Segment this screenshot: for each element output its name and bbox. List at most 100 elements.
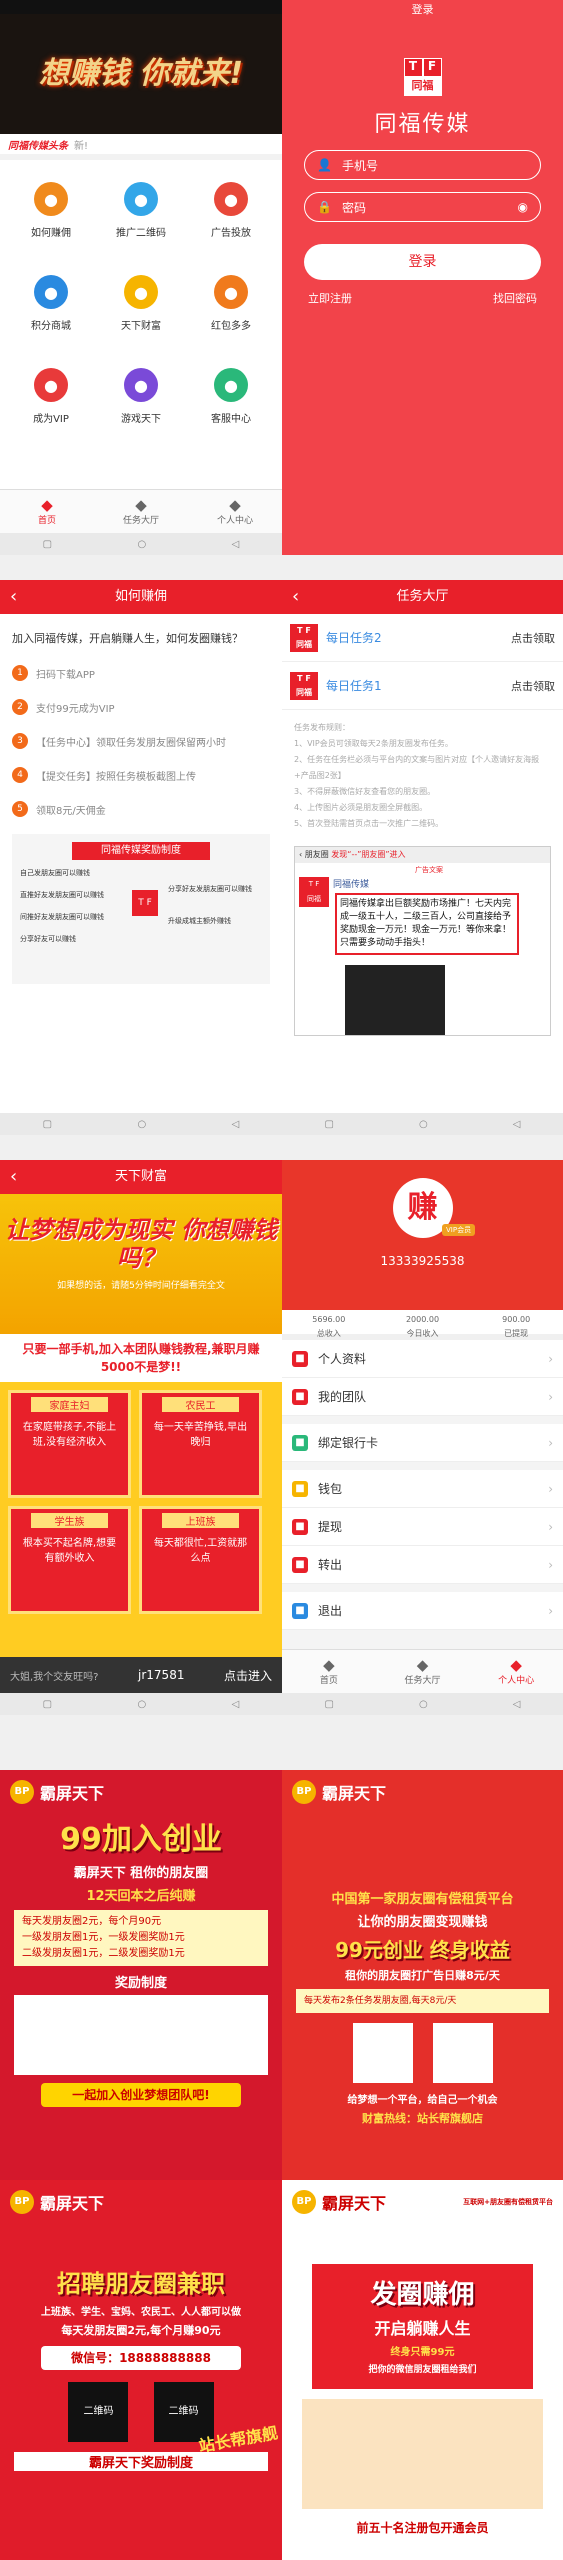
audience-card: 家庭主妇 在家庭带孩子,不能上班,没有经济收入	[8, 1390, 131, 1498]
menu-row[interactable]: ■ 钱包 ›	[282, 1470, 563, 1508]
enter-button[interactable]: 点击进入	[224, 1667, 272, 1684]
back-arrow-icon[interactable]: ‹	[10, 580, 17, 614]
vip-badge: VIP会员	[442, 1224, 476, 1236]
nav-home-icon[interactable]: ○	[137, 1119, 146, 1130]
poster-line-5: 财富热线：站长帮旗舰店	[362, 2112, 483, 2125]
home-banner[interactable]: 想赚钱 你就来!	[0, 14, 282, 134]
feature-item[interactable]: ● 天下财富	[96, 263, 186, 356]
poster-box: 每天发朋友圈2元，每个月90元 一级发朋友圈1元，一级发圈奖励1元 二级发朋友圈…	[14, 1910, 268, 1966]
reward-diagram: 同福传媒奖励制度 自己发朋友圈可以赚钱 直推好友发朋友圈可以赚钱 间推好友发朋友…	[12, 834, 270, 984]
claim-task-button[interactable]: 点击领取	[511, 630, 555, 646]
claim-task-button[interactable]: 点击领取	[511, 678, 555, 694]
feature-item[interactable]: ● 红包多多	[186, 263, 276, 356]
nav-menu-icon[interactable]: ▢	[43, 1119, 52, 1130]
feature-item[interactable]: ● 广告投放	[186, 170, 276, 263]
nav-home-icon[interactable]: ○	[137, 539, 146, 550]
rule-item: 1、VIP会员可领取每天2条朋友圈发布任务。	[294, 739, 453, 748]
feature-item[interactable]: ● 成为VIP	[6, 356, 96, 449]
nav-back-icon[interactable]: ◁	[232, 1119, 240, 1130]
back-arrow-icon[interactable]: ‹	[292, 580, 299, 614]
task-rules: 任务发布规则： 1、VIP会员可领取每天2条朋友圈发布任务。 2、任务在任务栏必须…	[282, 710, 563, 842]
login-button[interactable]: 登录	[304, 244, 541, 280]
tab-item[interactable]: ◆ 个人中心	[469, 1650, 563, 1693]
phone-field[interactable]: 👤 手机号	[304, 150, 541, 180]
nav-back-icon[interactable]: ◁	[232, 1699, 240, 1710]
bp-logo-icon: BP	[292, 1780, 316, 1804]
nav-menu-icon[interactable]: ▢	[325, 1699, 334, 1710]
nav-home-icon[interactable]: ○	[419, 1119, 428, 1130]
intro-text: 加入同福传媒，开启躺赚人生，如何发圈赚钱？	[12, 632, 243, 645]
poster-line-2: 12天回本之后纯赚	[86, 1889, 196, 1904]
feature-item[interactable]: ● 客服中心	[186, 356, 276, 449]
nav-menu-icon[interactable]: ▢	[43, 539, 52, 550]
poster-line-1: 中国第一家朋友圈有偿租赁平台	[331, 1892, 514, 1907]
nav-menu-icon[interactable]: ▢	[43, 1699, 52, 1710]
nav-back-icon[interactable]: ◁	[513, 1119, 521, 1130]
power-icon: ■	[292, 1602, 308, 1619]
poster-box-2: 一级发朋友圈1元，一级发圈奖励1元	[22, 1932, 185, 1943]
feature-label: 积分商城	[30, 321, 71, 332]
poster-headline: 发圈赚佣	[370, 2280, 475, 2310]
wealth-footer[interactable]: 大姐,我个交友旺吗? jr17581 点击进入	[0, 1657, 282, 1693]
nav-home-icon[interactable]: ○	[137, 1699, 146, 1710]
menu-row[interactable]: ■ 转出 ›	[282, 1546, 563, 1584]
tab-item[interactable]: ◆ 任务大厅	[94, 490, 188, 533]
withdraw-icon: ■	[292, 1518, 308, 1535]
menu-row[interactable]: ■ 退出 ›	[282, 1592, 563, 1630]
poster-logo-text: 霸屏天下	[40, 1784, 105, 1803]
menu-row[interactable]: ■ 绑定银行卡 ›	[282, 1424, 563, 1462]
poster-recruit: BP 霸屏天下 招聘朋友圈兼职 上班族、学生、宝妈、农民工、人人都可以做 每天发朋…	[0, 2180, 282, 2560]
tab-item[interactable]: ◆ 首页	[0, 490, 94, 533]
news-ticker[interactable]: 同福传媒头条 新!	[0, 134, 282, 160]
register-link[interactable]: 立即注册	[308, 290, 352, 306]
tab-item[interactable]: ◆ 个人中心	[188, 490, 282, 533]
poster-reward-table	[14, 1995, 268, 2075]
feature-item[interactable]: ● 积分商城	[6, 263, 96, 356]
step-item: 2 支付99元成为VIP	[12, 690, 270, 724]
eye-icon[interactable]: ◉	[518, 200, 528, 214]
poster-logo-text: 霸屏天下	[40, 2194, 105, 2213]
tab-label: 个人中心	[498, 1676, 535, 1686]
menu-row[interactable]: ■ 我的团队 ›	[282, 1378, 563, 1416]
wealth-sub: 如果想的话，请随5分钟时间仔细看完全文	[57, 1281, 225, 1291]
wealth-icon: ●	[123, 275, 158, 309]
rules-title: 任务发布规则：	[294, 723, 350, 732]
nav-back-icon[interactable]: ◁	[513, 1699, 521, 1710]
audience-card-body: 每天都很忙,工资就那么点	[153, 1538, 248, 1564]
menu-row[interactable]: ■ 个人资料 ›	[282, 1340, 563, 1378]
feature-item[interactable]: ● 游戏天下	[96, 356, 186, 449]
feature-label: 成为VIP	[33, 414, 69, 425]
task-hall-screen: ‹ 任务大厅 T F 同福 每日任务2 点击领取 T F 同福 每日任务1 点击领取 任务发布规…	[282, 580, 563, 1135]
poster-headline: 99加入创业	[60, 1822, 222, 1857]
wechat-bar-label: 朋友圈	[304, 850, 329, 859]
tab-item[interactable]: ◆ 任务大厅	[376, 1650, 470, 1693]
home-icon: ◆	[323, 1656, 335, 1674]
nav-back-icon[interactable]: ◁	[232, 539, 240, 550]
poster-line-4: 每天发布2条任务发朋友圈,每天8元/天	[296, 1989, 549, 2013]
reward-left-1: 自己发朋友圈可以赚钱	[20, 869, 90, 877]
menu-gap	[282, 1584, 563, 1592]
poster-reward-title: 奖励制度	[114, 1976, 167, 1991]
wechat-example: ‹ 朋友圈 发现“--”朋友圈”进入 广告文案 T F 同福 同福传媒 同福传媒拿…	[294, 846, 551, 1036]
tab-item[interactable]: ◆ 首页	[282, 1650, 376, 1693]
poster-line-1: 终身只需99元	[390, 2347, 455, 2358]
back-arrow-icon[interactable]: ‹	[10, 1160, 17, 1194]
task-row[interactable]: T F 同福 每日任务1 点击领取	[282, 662, 563, 710]
chevron-right-icon: ›	[548, 1481, 553, 1496]
task-row[interactable]: T F 同福 每日任务2 点击领取	[282, 614, 563, 662]
poster-line-1: 上班族、学生、宝妈、农民工、人人都可以做	[41, 2307, 241, 2318]
menu-row[interactable]: ■ 提现 ›	[282, 1508, 563, 1546]
step-item: 5 领取8元/天佣金	[12, 792, 270, 826]
nav-menu-icon[interactable]: ▢	[325, 1119, 334, 1130]
stat-value: 900.00	[502, 1315, 531, 1324]
poster-line-2: 让你的朋友圈变现赚钱	[357, 1915, 488, 1930]
feature-item[interactable]: ● 如何赚佣	[6, 170, 96, 263]
poster-headline-2: 开启躺赚人生	[374, 2319, 471, 2338]
password-field[interactable]: 🔒 密码 ◉	[304, 192, 541, 222]
menu-label: 绑定银行卡	[318, 1436, 379, 1450]
forgot-password-link[interactable]: 找回密码	[493, 290, 537, 306]
feature-item[interactable]: ● 推广二维码	[96, 170, 186, 263]
rule-item: 3、不得屏蔽微信好友查看您的朋友圈。	[294, 787, 436, 796]
nav-home-icon[interactable]: ○	[419, 1699, 428, 1710]
feature-label: 广告投放	[210, 228, 251, 239]
